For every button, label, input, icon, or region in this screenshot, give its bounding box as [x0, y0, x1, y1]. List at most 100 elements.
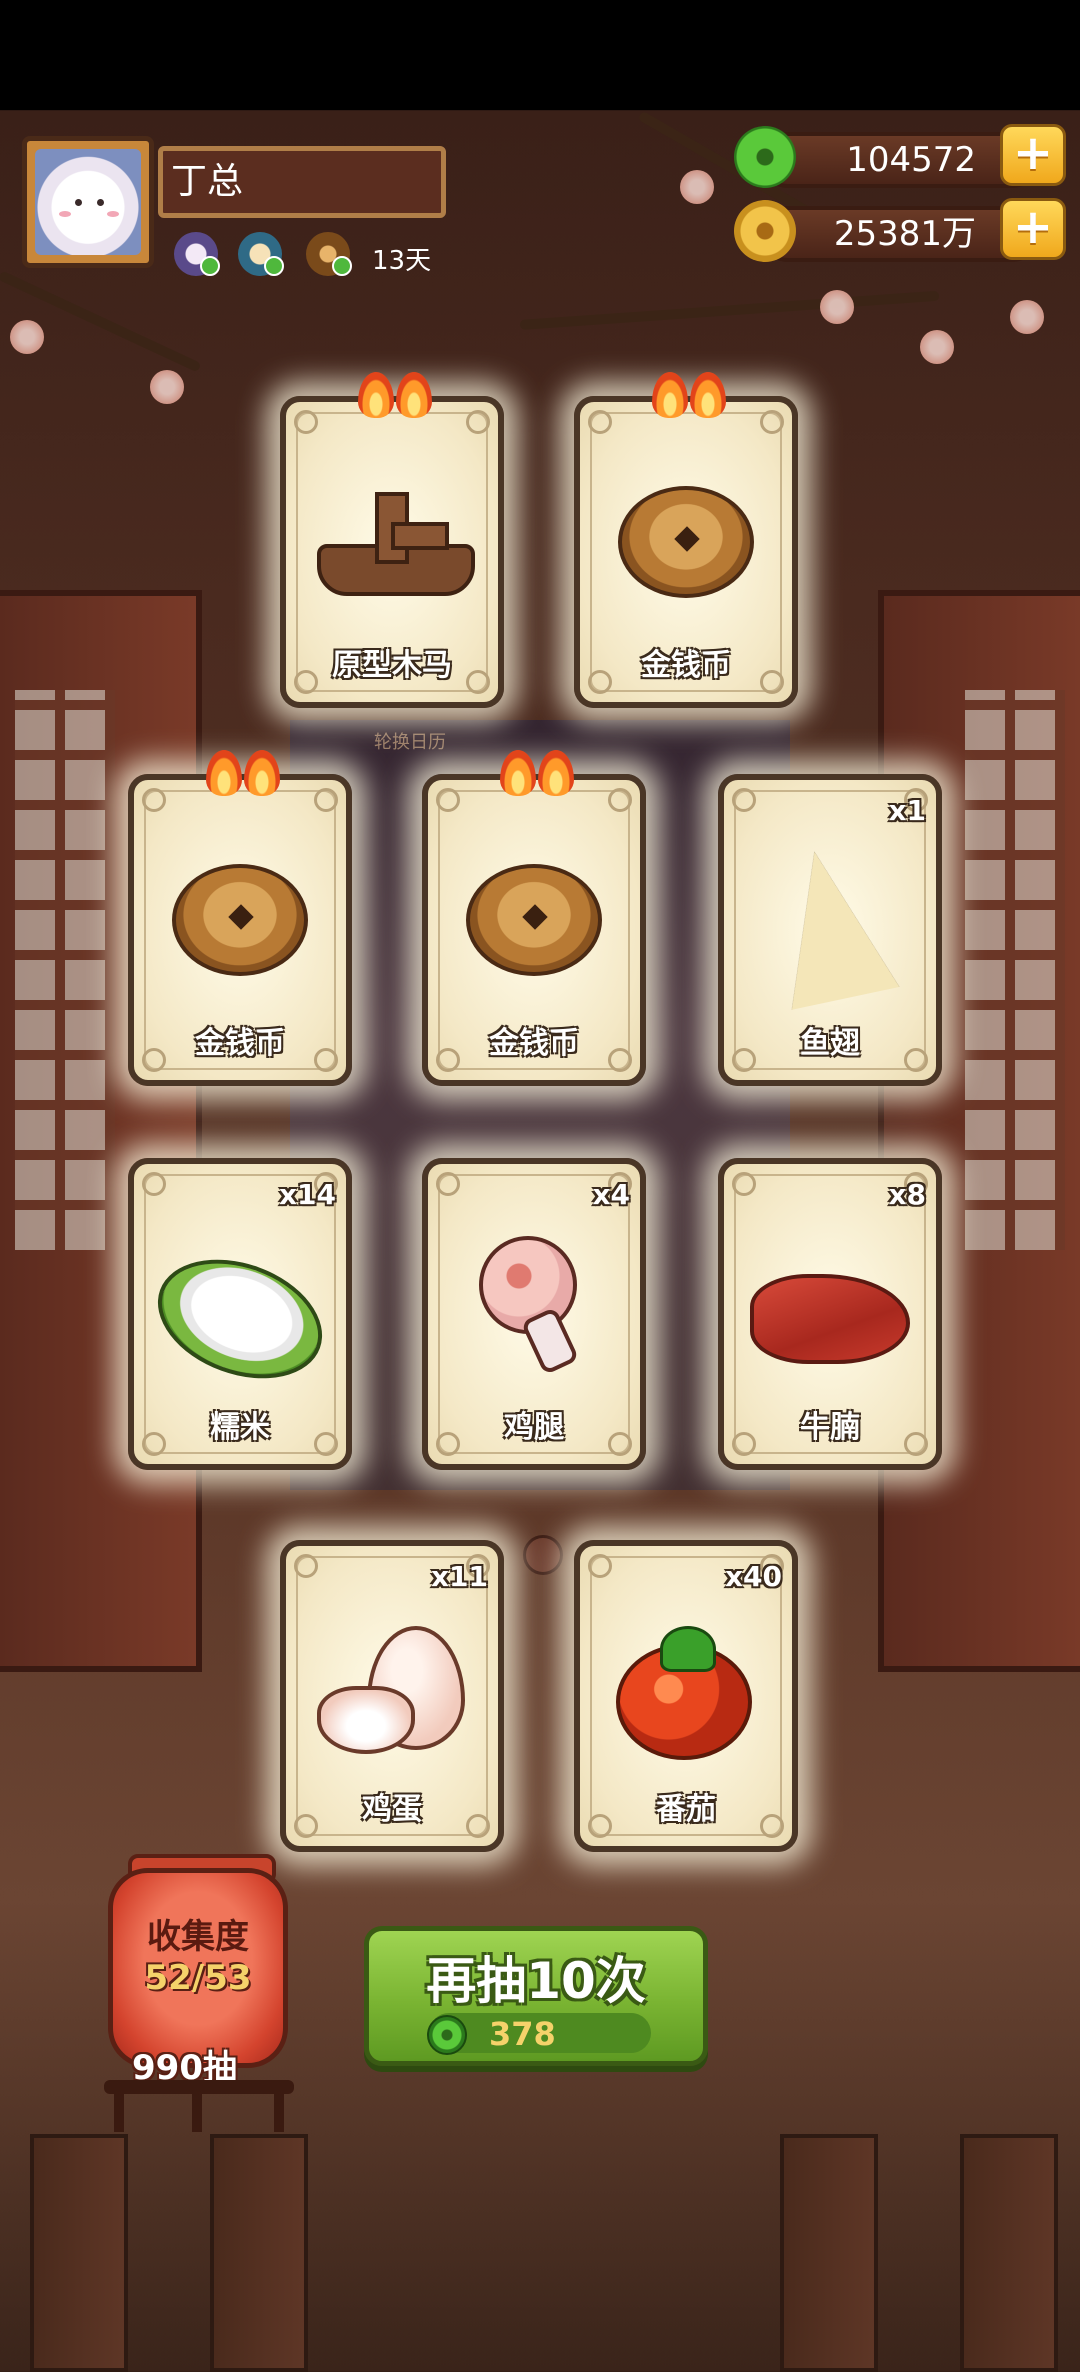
- fence-post: [780, 2134, 878, 2372]
- status-bar-area: [0, 0, 1080, 110]
- draw-ten-label: 再抽10次: [426, 1952, 646, 2010]
- fence-post: [960, 2134, 1058, 2372]
- card-label: 糯米: [210, 1410, 270, 1445]
- fence-post: [30, 2134, 128, 2372]
- center-ornament-icon: [523, 1535, 563, 1575]
- blossom-icon: [150, 370, 184, 404]
- card-corner: [142, 788, 166, 812]
- jade-icon: [427, 2015, 467, 2055]
- card-corner: [732, 1172, 756, 1196]
- blossom-icon: [680, 170, 714, 204]
- blossom-icon: [820, 290, 854, 324]
- branch-right: [519, 290, 940, 330]
- rare-flame-icon: [358, 372, 438, 422]
- right-lattice-window: [965, 690, 1065, 1250]
- card-label: 原型木马: [332, 648, 452, 683]
- card-corner: [294, 1554, 318, 1578]
- coin-balance: 25381万: [760, 206, 1040, 262]
- card-tomato[interactable]: x40 番茄: [574, 1540, 798, 1852]
- card-corner: [142, 1172, 166, 1196]
- card-label: 鸡腿: [504, 1410, 564, 1445]
- add-jade-button[interactable]: +: [1000, 124, 1066, 186]
- blossom-icon: [1010, 300, 1044, 334]
- collection-title: 收集度: [147, 1917, 249, 1957]
- card-corner: [732, 788, 756, 812]
- chicken-leg-icon: [469, 1236, 599, 1376]
- card-corner: [608, 788, 632, 812]
- jade-balance: 104572: [760, 132, 1040, 188]
- card-label: 金钱币: [195, 1026, 285, 1061]
- card-chicken-leg[interactable]: x4 鸡腿: [422, 1158, 646, 1470]
- collection-progress: 52/53: [144, 1958, 252, 1998]
- rare-flame-icon: [652, 372, 732, 422]
- level-up-icon: [264, 256, 284, 276]
- card-gold-coin[interactable]: 金钱币: [422, 750, 646, 1086]
- card-label: 金钱币: [489, 1026, 579, 1061]
- days-counter: 13天: [372, 246, 432, 276]
- level-up-icon: [200, 256, 220, 276]
- card-gold-coin[interactable]: 金钱币: [574, 372, 798, 708]
- card-sticky-rice[interactable]: x14 糯米: [128, 1158, 352, 1470]
- card-quantity: x40: [724, 1560, 782, 1593]
- card-egg[interactable]: x11 鸡蛋: [280, 1540, 504, 1852]
- card-corner: [294, 410, 318, 434]
- card-corner: [588, 1554, 612, 1578]
- card-label: 牛腩: [800, 1410, 860, 1445]
- rare-flame-icon: [500, 750, 580, 800]
- card-corner: [436, 788, 460, 812]
- shark-fin-icon: [760, 840, 900, 1010]
- card-corner: [760, 410, 784, 434]
- card-corner: [314, 788, 338, 812]
- add-coins-button[interactable]: +: [1000, 198, 1066, 260]
- bowl-status-icon[interactable]: [238, 232, 284, 276]
- player-name: 丁总: [158, 146, 446, 218]
- tomato-icon: [616, 1626, 756, 1766]
- card-quantity: x1: [888, 794, 926, 827]
- lantern-leg: [192, 2088, 202, 2132]
- card-quantity: x11: [430, 1560, 488, 1593]
- blossom-icon: [10, 320, 44, 354]
- coin-icon: [618, 486, 754, 598]
- card-label: 鱼翅: [800, 1026, 860, 1061]
- sticky-rice-icon: [141, 1238, 339, 1400]
- card-corner: [436, 1172, 460, 1196]
- coin-icon: [734, 200, 796, 262]
- card-quantity: x14: [278, 1178, 336, 1211]
- card-quantity: x4: [592, 1178, 630, 1211]
- avatar: [35, 149, 141, 255]
- avatar-eye: [75, 199, 82, 206]
- avatar-eye: [97, 199, 104, 206]
- blossom-icon: [920, 330, 954, 364]
- tool-status-icon[interactable]: [306, 232, 352, 276]
- draw-ten-button[interactable]: 再抽10次 378: [364, 1926, 708, 2066]
- avatar-blush: [107, 211, 119, 217]
- avatar-button[interactable]: [22, 136, 154, 268]
- calendar-label: 轮换日历: [374, 732, 446, 753]
- card-label: 金钱币: [641, 648, 731, 683]
- card-corner: [466, 410, 490, 434]
- fence-post: [210, 2134, 308, 2372]
- card-wooden-horse[interactable]: 原型木马: [280, 372, 504, 708]
- rare-flame-icon: [206, 750, 286, 800]
- card-beef-brisket[interactable]: x8 牛腩: [718, 1158, 942, 1470]
- card-quantity: x8: [888, 1178, 926, 1211]
- jade-icon: [734, 126, 796, 188]
- lantern-leg: [114, 2088, 124, 2132]
- draw-cost: 378: [489, 2015, 556, 2053]
- character-status-icon[interactable]: [174, 232, 220, 276]
- beef-brisket-icon: [750, 1254, 910, 1364]
- egg-icon: [317, 1626, 467, 1756]
- card-gold-coin[interactable]: 金钱币: [128, 750, 352, 1086]
- level-up-icon: [332, 256, 352, 276]
- card-label: 鸡蛋: [362, 1792, 422, 1827]
- card-corner: [588, 410, 612, 434]
- left-lattice-window: [15, 690, 115, 1250]
- coin-icon: [466, 864, 602, 976]
- card-shark-fin[interactable]: x1 鱼翅: [718, 774, 942, 1086]
- wooden-horse-icon: [317, 492, 475, 602]
- avatar-blush: [59, 211, 71, 217]
- coin-icon: [172, 864, 308, 976]
- lantern-leg: [274, 2088, 284, 2132]
- card-label: 番茄: [656, 1792, 716, 1827]
- collection-button[interactable]: 收集度 52/53: [108, 1868, 288, 2068]
